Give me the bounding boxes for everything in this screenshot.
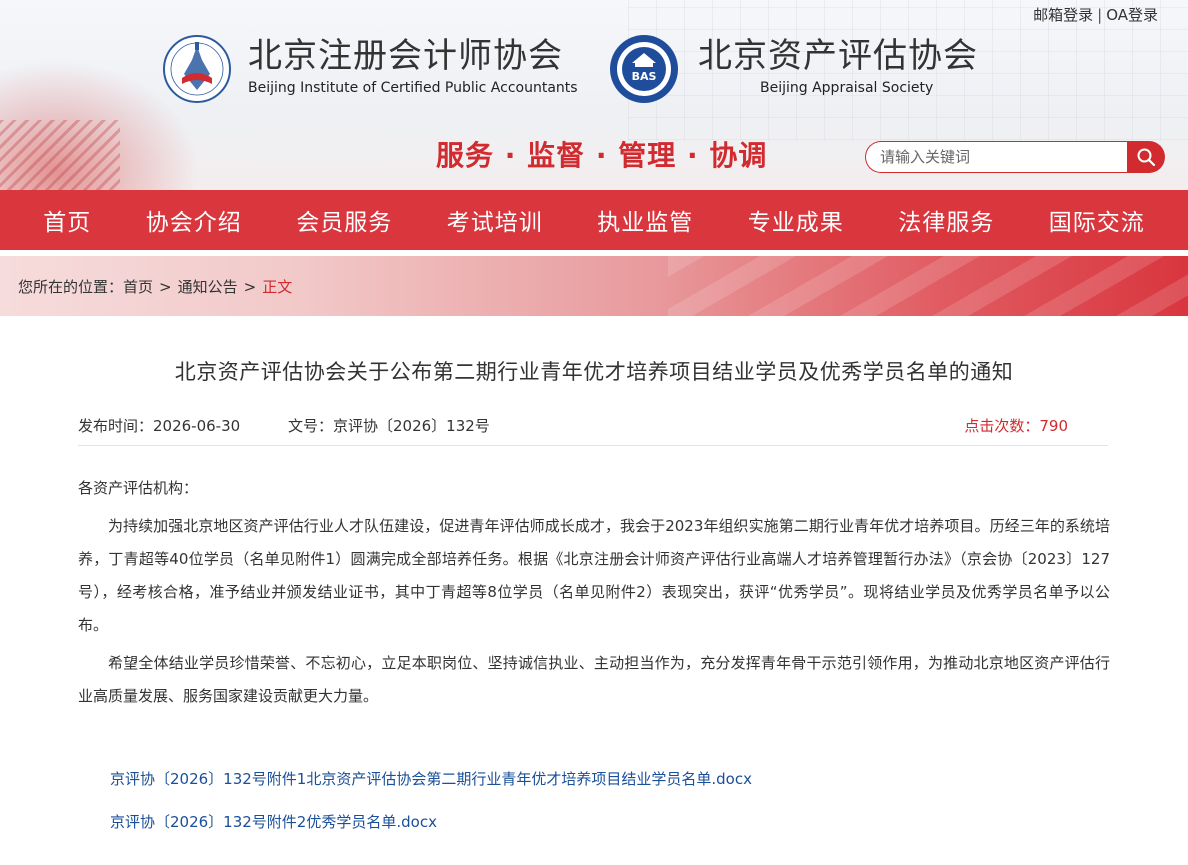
search-icon bbox=[1137, 148, 1156, 167]
attachment-link-1[interactable]: 京评协〔2026〕132号附件1北京资产评估协会第二期行业青年优才培养项目结业学… bbox=[110, 766, 752, 792]
bas-emblem-icon[interactable]: BAS bbox=[608, 33, 680, 105]
article-meta: 发布时间：2026-06-30 文号：京评协〔2026〕132号 点击次数：79… bbox=[78, 415, 1108, 439]
view-count: 点击次数：790 bbox=[964, 417, 1068, 435]
main-nav: 首页 协会介绍 会员服务 考试培训 执业监管 专业成果 法律服务 国际交流 bbox=[0, 190, 1188, 250]
search-input[interactable] bbox=[865, 141, 1129, 173]
search-box bbox=[865, 141, 1165, 173]
article-body: 各资产评估机构： 为持续加强北京地区资产评估行业人才队伍建设，促进青年评估师成长… bbox=[78, 472, 1110, 718]
bas-name-en: Beijing Appraisal Society bbox=[760, 80, 934, 96]
oa-login-link[interactable]: OA登录 bbox=[1106, 6, 1158, 24]
nav-item-practice-supervision[interactable]: 执业监管 bbox=[589, 203, 701, 237]
breadcrumb-home[interactable]: 首页 bbox=[123, 278, 153, 296]
bas-brand[interactable]: 北京资产评估协会 Beijing Appraisal Society bbox=[698, 34, 978, 98]
bicpa-name-cn: 北京注册会计师协会 bbox=[248, 36, 563, 76]
document-number: 文号：京评协〔2026〕132号 bbox=[288, 417, 490, 435]
attachment-link-2[interactable]: 京评协〔2026〕132号附件2优秀学员名单.docx bbox=[110, 809, 752, 835]
mail-login-link[interactable]: 邮箱登录 bbox=[1033, 6, 1093, 24]
bas-logo-text: BAS bbox=[632, 70, 657, 83]
nav-item-international[interactable]: 国际交流 bbox=[1041, 203, 1153, 237]
article-salutation: 各资产评估机构： bbox=[78, 479, 199, 497]
bas-name-cn: 北京资产评估协会 bbox=[698, 36, 978, 76]
article-title: 北京资产评估协会关于公布第二期行业青年优才培养项目结业学员及优秀学员名单的通知 bbox=[174, 360, 1014, 384]
search-button[interactable] bbox=[1127, 141, 1165, 173]
nav-item-about[interactable]: 协会介绍 bbox=[138, 203, 250, 237]
header-decoration-stadium bbox=[0, 120, 120, 190]
bicpa-name-en: Beijing Institute of Certified Public Ac… bbox=[248, 80, 578, 96]
nav-item-home[interactable]: 首页 bbox=[35, 203, 99, 237]
top-links: 邮箱登录 | OA登录 bbox=[1033, 4, 1158, 25]
nav-item-member-services[interactable]: 会员服务 bbox=[288, 203, 400, 237]
meta-divider bbox=[78, 445, 1108, 446]
breadcrumb-current: 正文 bbox=[262, 278, 293, 296]
breadcrumb-banner: 您所在的位置：首页 > 通知公告 > 正文 bbox=[0, 256, 1188, 316]
breadcrumb-prefix: 您所在的位置： bbox=[18, 278, 124, 296]
article-paragraph-2: 希望全体结业学员珍惜荣誉、不忘初心，立足本职岗位、坚持诚信执业、主动担当作为，充… bbox=[78, 654, 1110, 705]
breadcrumb-section[interactable]: 通知公告 bbox=[178, 278, 238, 296]
bicpa-brand[interactable]: 北京注册会计师协会 Beijing Institute of Certified… bbox=[248, 34, 578, 98]
nav-item-exam-training[interactable]: 考试培训 bbox=[439, 203, 551, 237]
site-header: 邮箱登录 | OA登录 北京注册会计师协会 Beijing Institute of… bbox=[0, 0, 1188, 190]
breadcrumb-separator: > bbox=[159, 278, 172, 296]
breadcrumb: 您所在的位置：首页 > 通知公告 > 正文 bbox=[18, 276, 292, 297]
nav-item-legal-services[interactable]: 法律服务 bbox=[890, 203, 1002, 237]
article-paragraph-1: 为持续加强北京地区资产评估行业人才队伍建设，促进青年评估师成长成才，我会于202… bbox=[78, 517, 1110, 634]
publish-time: 发布时间：2026-06-30 bbox=[78, 417, 241, 435]
nav-item-professional-results[interactable]: 专业成果 bbox=[740, 203, 852, 237]
top-links-separator: | bbox=[1097, 6, 1103, 24]
breadcrumb-separator: > bbox=[243, 278, 257, 296]
bicpa-emblem-icon[interactable] bbox=[162, 34, 232, 104]
attachment-list: 京评协〔2026〕132号附件1北京资产评估协会第二期行业青年优才培养项目结业学… bbox=[110, 766, 752, 852]
site-slogan: 服务 · 监督 · 管理 · 协调 bbox=[436, 139, 768, 172]
